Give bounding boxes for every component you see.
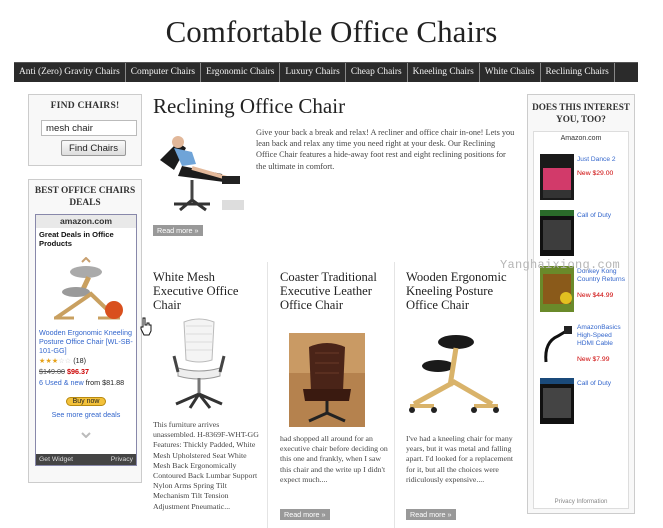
amazon-deals-widget: amazon.com Great Deals in Office Product… <box>35 214 137 466</box>
post-title-white-mesh[interactable]: White Mesh Executive Office Chair <box>153 270 265 312</box>
post-title-kneeling[interactable]: Wooden Ergonomic Kneeling Posture Office… <box>406 270 518 312</box>
recommendation-item[interactable]: Call of Duty <box>540 378 626 428</box>
used-new-price: from $81.88 <box>85 378 125 387</box>
get-widget-link[interactable]: Get Widget <box>39 454 73 465</box>
category-nav: Anti (Zero) Gravity Chairs Computer Chai… <box>14 62 638 82</box>
featured-post-title[interactable]: Reclining Office Chair <box>153 94 345 119</box>
find-chairs-button[interactable]: Find Chairs <box>61 140 127 156</box>
site-title[interactable]: Comfortable Office Chairs <box>0 14 663 50</box>
recommendation-item[interactable]: Just Dance 2 New $29.00 <box>540 154 626 204</box>
nav-item-reclining[interactable]: Reclining Chairs <box>541 63 615 82</box>
deal-prices: $149.00 $96.37 <box>36 366 136 377</box>
nav-item-kneeling[interactable]: Kneeling Chairs <box>408 63 480 82</box>
buy-now-button[interactable]: Buy now <box>65 397 107 406</box>
rating-stars-icon: ★★★ <box>39 356 59 365</box>
recommendation-price: New $44.99 <box>577 292 614 299</box>
column-divider <box>394 262 395 528</box>
recommendation-price: New $29.00 <box>577 170 614 177</box>
white-mesh-chair-image[interactable] <box>166 316 232 412</box>
nav-item-white[interactable]: White Chairs <box>480 63 541 82</box>
recommendation-price: New $7.99 <box>577 356 610 363</box>
find-chairs-widget: FIND CHAIRS! Find Chairs <box>28 94 142 166</box>
kneeling-read-more-button[interactable]: Read more » <box>406 509 456 520</box>
nav-item-anti-gravity[interactable]: Anti (Zero) Gravity Chairs <box>14 63 126 82</box>
nav-item-luxury[interactable]: Luxury Chairs <box>280 63 346 82</box>
privacy-link[interactable]: Privacy <box>111 454 133 465</box>
interest-title: DOES THIS INTEREST YOU, TOO? <box>532 102 630 124</box>
hdmi-cable-icon <box>540 322 574 368</box>
amazon-recommendations-widget: Amazon.com Just Dance 2 New $29.00 Call … <box>533 131 629 509</box>
chevron-up-icon[interactable] <box>36 250 136 263</box>
post-excerpt-kneeling: I've had a kneeling chair for many years… <box>406 434 514 484</box>
used-new-line: 6 Used & new from $81.88 <box>36 377 136 388</box>
nav-item-ergonomic[interactable]: Ergonomic Chairs <box>201 63 281 82</box>
right-sidebar: DOES THIS INTEREST YOU, TOO? Amazon.com … <box>527 94 635 514</box>
recommendation-name[interactable]: Just Dance 2 <box>577 156 625 164</box>
find-chairs-title: FIND CHAIRS! <box>50 100 120 111</box>
featured-read-more-button[interactable]: Read more » <box>153 225 203 236</box>
used-new-link[interactable]: 6 Used & new <box>39 378 84 387</box>
post-title-coaster[interactable]: Coaster Traditional Executive Leather Of… <box>280 270 392 312</box>
recommendation-name[interactable]: AmazonBasics High-Speed HDMI Cable <box>577 324 625 348</box>
watermark: Yanghaixiong.com <box>500 258 621 272</box>
post-excerpt-white-mesh: This furniture arrives unassembled. H-83… <box>153 420 259 511</box>
deal-rating: ★★★☆☆ (18) <box>39 356 87 365</box>
recommendation-item[interactable]: Call of Duty <box>540 210 626 260</box>
new-price: $96.37 <box>66 367 89 376</box>
nav-item-computer[interactable]: Computer Chairs <box>126 63 202 82</box>
call-of-duty-cover-icon <box>540 210 574 256</box>
nav-item-cheap[interactable]: Cheap Chairs <box>346 63 408 82</box>
post-excerpt-coaster: had shopped all around for an executive … <box>280 434 388 484</box>
donkey-kong-cover-icon <box>540 266 574 312</box>
recommendation-name[interactable]: Call of Duty <box>577 212 625 220</box>
old-price: $149.00 <box>39 367 65 376</box>
chevron-down-icon[interactable] <box>36 425 136 439</box>
left-sidebar: FIND CHAIRS! Find Chairs BEST OFFICE CHA… <box>28 94 142 483</box>
recommendation-item[interactable]: Donkey Kong Country Returns New $44.99 <box>540 266 626 316</box>
recliner-chair-image[interactable] <box>152 130 248 216</box>
kneeling-chair-thumbnail[interactable] <box>36 258 136 328</box>
amazon-logo[interactable]: amazon.com <box>36 215 136 228</box>
deals-subtitle: Great Deals in Office Products <box>39 230 114 248</box>
coaster-read-more-button[interactable]: Read more » <box>280 509 330 520</box>
best-deals-widget: BEST OFFICE CHAIRS DEALS amazon.com Grea… <box>28 179 142 483</box>
hand-cursor-icon <box>140 317 152 336</box>
call-of-duty-cover-icon <box>540 378 574 424</box>
widget-footer: Get Widget Privacy <box>36 454 136 465</box>
featured-post-excerpt: Give your back a break and relax! A recl… <box>256 128 515 171</box>
best-deals-title: BEST OFFICE CHAIRS DEALS <box>34 186 136 208</box>
leather-chair-image[interactable] <box>289 333 365 427</box>
recommendation-item[interactable]: AmazonBasics High-Speed HDMI Cable New $… <box>540 322 626 372</box>
recommendation-name[interactable]: Call of Duty <box>577 380 625 388</box>
amazon-logo-small[interactable]: Amazon.com <box>534 135 628 142</box>
rating-count: (18) <box>73 356 87 365</box>
see-more-deals-link[interactable]: See more great deals <box>36 410 136 419</box>
kneeling-chair-image[interactable] <box>404 330 504 416</box>
search-input[interactable] <box>41 120 137 136</box>
privacy-information-link[interactable]: Privacy Information <box>534 498 628 505</box>
just-dance-cover-icon <box>540 154 574 200</box>
deal-product-link[interactable]: Wooden Ergonomic Kneeling Posture Office… <box>36 328 136 355</box>
column-divider <box>267 262 268 528</box>
